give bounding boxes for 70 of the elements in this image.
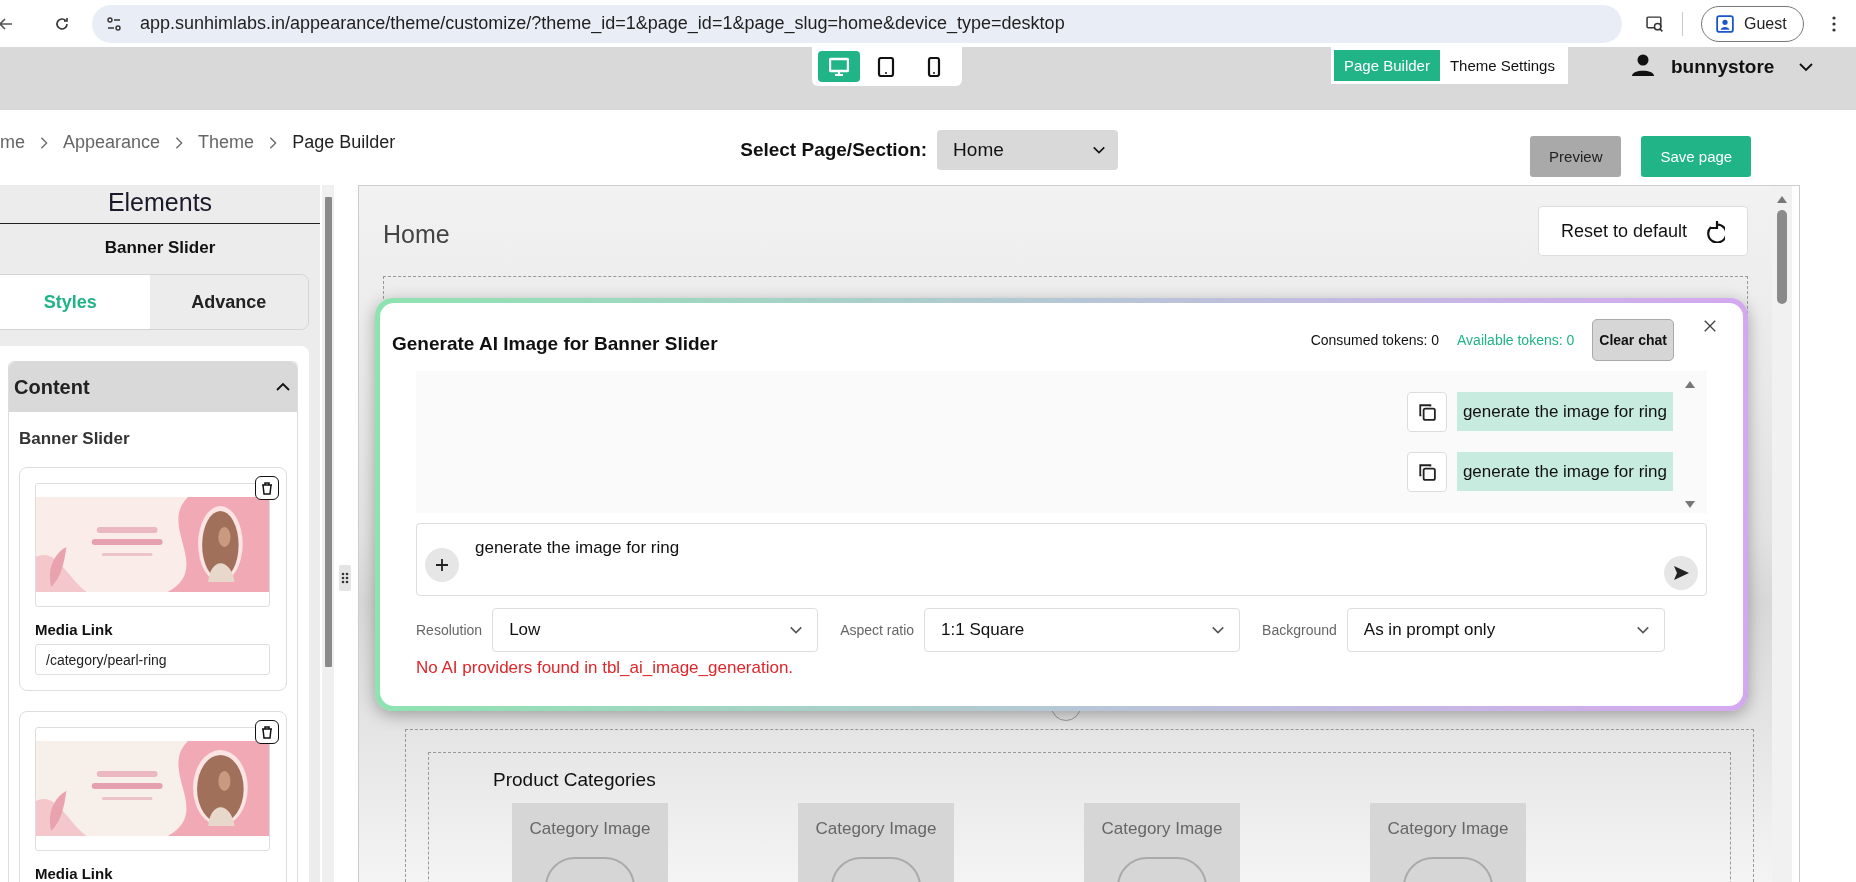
site-settings-icon[interactable] — [106, 15, 122, 32]
field-label: Background — [1262, 622, 1337, 638]
close-icon[interactable] — [1703, 319, 1717, 333]
link-field[interactable]: /category/pearl-ring — [35, 644, 270, 675]
chat-message: generate the image for ring — [1456, 392, 1673, 431]
desktop-icon — [829, 56, 849, 77]
field-label: Select Page/Section: — [740, 139, 928, 161]
field-label: Media Link — [35, 865, 114, 882]
menu-icon[interactable] — [1831, 15, 1836, 32]
search-tab-icon[interactable] — [1646, 14, 1664, 33]
token-count: Available tokens: 0 — [1457, 332, 1575, 348]
user-icon[interactable] — [1630, 53, 1655, 77]
page-title: Home — [383, 218, 450, 249]
breadcrumb-link[interactable]: me — [0, 132, 25, 153]
breadcrumb-link[interactable]: Theme — [198, 132, 255, 153]
delete-button[interactable] — [255, 476, 279, 500]
plus-icon — [434, 556, 450, 573]
prompt-text: generate the image for ring — [474, 537, 681, 559]
breadcrumb-link[interactable]: Appearance — [63, 132, 161, 153]
chat-message: generate the image for ring — [1456, 452, 1673, 491]
copy-icon — [1417, 463, 1436, 481]
scrollbar[interactable] — [1772, 186, 1792, 882]
dropdown[interactable]: Low — [492, 608, 819, 652]
dropdown[interactable]: 1:1 Square — [924, 608, 1241, 652]
placeholder-text: Category Image — [529, 819, 651, 839]
scrollbar-thumb[interactable] — [324, 197, 332, 667]
trash-icon — [259, 480, 275, 496]
reset-button[interactable]: Reset to default — [1537, 206, 1748, 256]
copy-icon — [1417, 403, 1436, 421]
page-select[interactable]: Home — [937, 130, 1119, 170]
placeholder-text: Category Image — [1101, 819, 1223, 839]
back-icon[interactable] — [0, 15, 14, 32]
scroll-down-icon[interactable] — [1684, 499, 1696, 509]
scroll-up-icon[interactable] — [1776, 194, 1788, 204]
mode-tab[interactable]: Theme Settings — [1439, 50, 1565, 81]
token-count: Consumed tokens: 0 — [1310, 332, 1440, 348]
reload-icon[interactable] — [54, 15, 70, 32]
scrollbar[interactable] — [322, 185, 334, 882]
tablet-icon — [877, 56, 897, 77]
dialog-title: Generate AI Image for Banner Slider — [392, 332, 719, 355]
field-label: Resolution — [416, 622, 483, 638]
section-title: Product Categories — [493, 769, 657, 791]
error-message: No AI providers found in tbl_ai_image_generation. — [416, 658, 795, 678]
delete-button[interactable] — [255, 720, 279, 744]
attach-button[interactable] — [425, 547, 459, 582]
dropdown[interactable]: As in prompt only — [1346, 608, 1665, 652]
address-bar[interactable]: app.sunhimlabs.in/appearance/theme/customize/?theme_id=1&page_id=1&page_slug=home&device_type=desktop — [92, 4, 1622, 43]
grip-icon — [340, 571, 350, 585]
url-text: app.sunhimlabs.in/appearance/theme/customize/?theme_id=1&page_id=1&page_slug=home&device_type=desktop — [140, 13, 1065, 34]
prompt-field[interactable]: generate the image for ring — [416, 523, 1707, 596]
trash-icon — [259, 724, 275, 740]
field-label: Media Link — [35, 621, 114, 638]
placeholder-text: Category Image — [815, 819, 937, 839]
copy-button[interactable] — [1406, 452, 1447, 492]
element-name: Banner Slider — [103, 237, 217, 259]
username[interactable]: bunnystore — [1670, 56, 1775, 78]
scrollbar-thumb[interactable] — [1777, 210, 1787, 304]
copy-button[interactable] — [1406, 392, 1447, 432]
placeholder-text: Category Image — [1387, 819, 1509, 839]
field-label: Aspect ratio — [840, 622, 915, 638]
section-label: Banner Slider — [19, 429, 131, 449]
preview-button[interactable]: Preview — [1530, 136, 1622, 177]
send-icon — [1673, 565, 1689, 581]
clear-chat-button[interactable]: Clear chat — [1592, 319, 1674, 361]
resize-handle[interactable] — [339, 565, 351, 591]
scroll-up-icon[interactable] — [1684, 379, 1696, 389]
accordion-header[interactable]: Content — [9, 362, 297, 412]
profile-icon — [1716, 14, 1734, 33]
send-button[interactable] — [1664, 556, 1698, 590]
panel-title: Elements — [0, 185, 320, 224]
